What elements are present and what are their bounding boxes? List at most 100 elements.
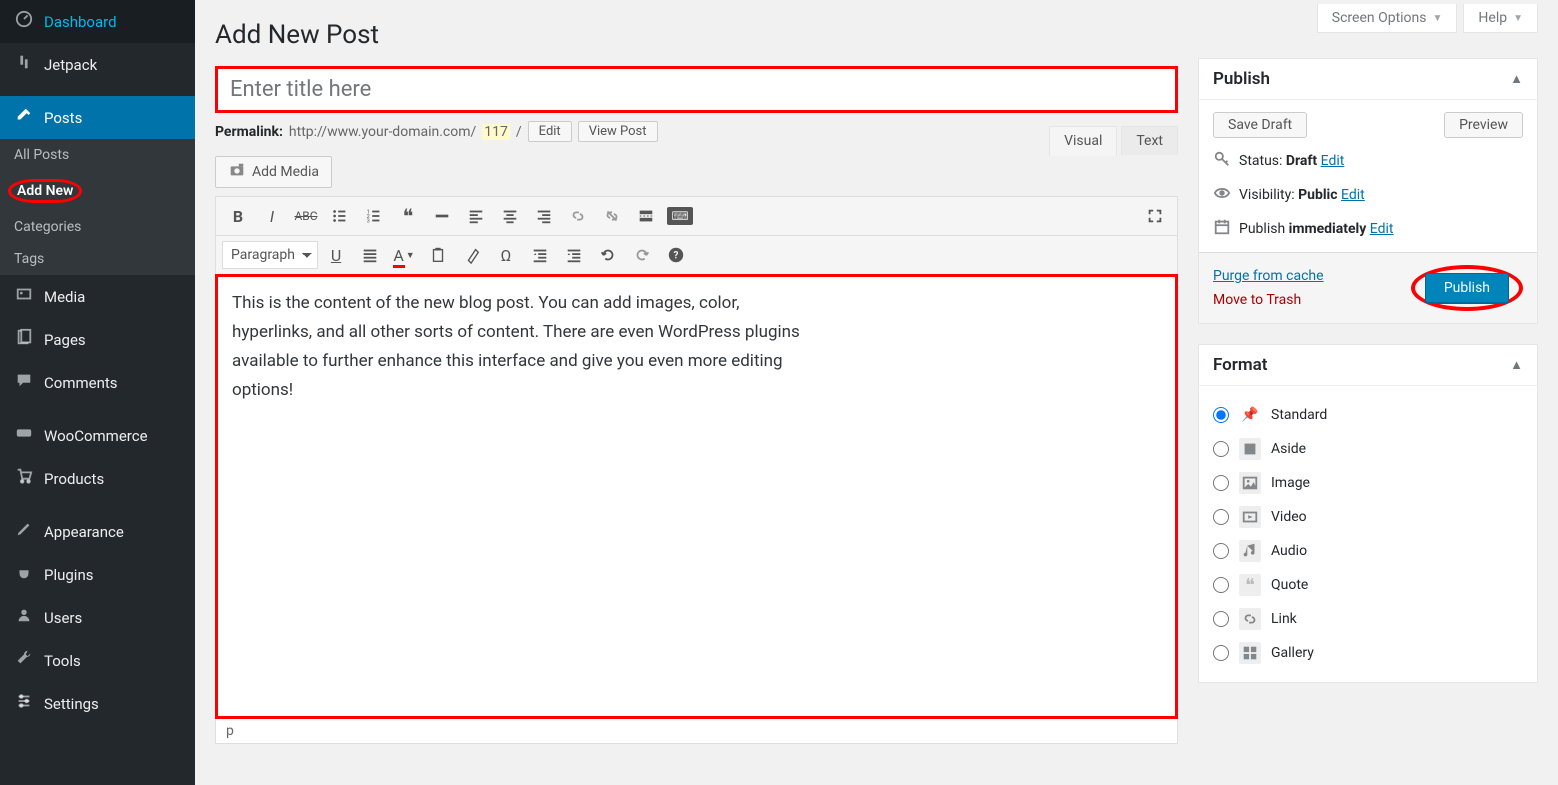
sidebar-item-appearance[interactable]: Appearance xyxy=(0,510,195,553)
format-quote[interactable]: ❝ Quote xyxy=(1213,568,1523,602)
bold-button[interactable]: B xyxy=(222,201,254,231)
sidebar-item-plugins[interactable]: Plugins xyxy=(0,553,195,596)
plugins-icon xyxy=(12,563,36,586)
justify-button[interactable] xyxy=(354,240,386,270)
sidebar-item-dashboard[interactable]: Dashboard xyxy=(0,0,195,43)
edit-schedule-link[interactable]: Edit xyxy=(1370,221,1394,237)
paste-text-button[interactable] xyxy=(422,240,454,270)
toolbar-toggle-button[interactable]: ⌨ xyxy=(664,201,696,231)
post-content-editor[interactable]: This is the content of the new blog post… xyxy=(215,274,1178,719)
calendar-icon xyxy=(1213,218,1231,240)
format-radio[interactable] xyxy=(1213,611,1229,627)
numbered-list-button[interactable]: 123 xyxy=(358,201,390,231)
bullet-list-button[interactable] xyxy=(324,201,356,231)
format-select[interactable]: Paragraph xyxy=(222,241,318,269)
format-panel: Format ▲ 📌 Standard Aside Image xyxy=(1198,344,1538,683)
sidebar-label: WooCommerce xyxy=(44,427,148,445)
sidebar-label: Products xyxy=(44,470,104,488)
hr-button[interactable] xyxy=(426,201,458,231)
format-radio[interactable] xyxy=(1213,475,1229,491)
edit-visibility-link[interactable]: Edit xyxy=(1341,187,1365,203)
move-to-trash-link[interactable]: Move to Trash xyxy=(1213,292,1324,308)
sidebar-item-media[interactable]: Media xyxy=(0,275,195,318)
blockquote-button[interactable]: ❝ xyxy=(392,201,424,231)
media-icon xyxy=(12,285,36,308)
align-left-button[interactable] xyxy=(460,201,492,231)
view-post-button[interactable]: View Post xyxy=(578,121,658,142)
appearance-icon xyxy=(12,520,36,543)
publish-button[interactable]: Publish xyxy=(1425,273,1509,303)
post-title-input[interactable] xyxy=(215,66,1178,113)
indent-button[interactable] xyxy=(558,240,590,270)
submenu-add-new[interactable]: Add New xyxy=(0,171,195,211)
underline-button[interactable]: U xyxy=(320,240,352,270)
sidebar-label: Users xyxy=(44,609,82,627)
add-media-button[interactable]: Add Media xyxy=(215,156,332,188)
strikethrough-button[interactable]: ABC xyxy=(290,201,322,231)
sidebar-item-settings[interactable]: Settings xyxy=(0,682,195,725)
format-radio[interactable] xyxy=(1213,509,1229,525)
sidebar-item-comments[interactable]: Comments xyxy=(0,361,195,404)
sidebar-item-woocommerce[interactable]: WooCommerce xyxy=(0,414,195,457)
screen-options-tab[interactable]: Screen Options▼ xyxy=(1317,4,1458,33)
unlink-button[interactable] xyxy=(596,201,628,231)
visual-tab[interactable]: Visual xyxy=(1049,126,1117,156)
submenu-tags[interactable]: Tags xyxy=(0,243,195,275)
sidebar-item-products[interactable]: Products xyxy=(0,457,195,500)
fullscreen-button[interactable] xyxy=(1139,201,1171,231)
preview-button[interactable]: Preview xyxy=(1444,112,1523,138)
help-tab[interactable]: Help▼ xyxy=(1463,4,1538,33)
format-aside[interactable]: Aside xyxy=(1213,432,1523,466)
permalink-label: Permalink: xyxy=(215,124,283,140)
clear-formatting-button[interactable] xyxy=(456,240,488,270)
text-color-button[interactable]: A ▼ xyxy=(388,240,420,270)
sidebar-item-posts[interactable]: Posts xyxy=(0,96,195,139)
edit-permalink-button[interactable]: Edit xyxy=(528,121,572,142)
edit-status-link[interactable]: Edit xyxy=(1321,153,1345,169)
format-radio[interactable] xyxy=(1213,577,1229,593)
publish-panel-header[interactable]: Publish ▲ xyxy=(1199,59,1537,100)
outdent-button[interactable] xyxy=(524,240,556,270)
format-standard[interactable]: 📌 Standard xyxy=(1213,398,1523,432)
editor-mode-tabs: Visual Text xyxy=(1049,126,1178,156)
settings-icon xyxy=(12,692,36,715)
italic-button[interactable]: I xyxy=(256,201,288,231)
link-icon xyxy=(1239,608,1261,630)
format-panel-header[interactable]: Format ▲ xyxy=(1199,345,1537,386)
help-button[interactable]: ? xyxy=(660,240,692,270)
format-radio[interactable] xyxy=(1213,645,1229,661)
purge-cache-link[interactable]: Purge from cache xyxy=(1213,268,1324,284)
format-radio[interactable] xyxy=(1213,407,1229,423)
text-tab[interactable]: Text xyxy=(1121,126,1178,155)
link-button[interactable] xyxy=(562,201,594,231)
submenu-categories[interactable]: Categories xyxy=(0,211,195,243)
redo-button[interactable] xyxy=(626,240,658,270)
save-draft-button[interactable]: Save Draft xyxy=(1213,112,1307,138)
format-image[interactable]: Image xyxy=(1213,466,1523,500)
permalink-slug[interactable]: 117 xyxy=(482,124,510,140)
format-radio[interactable] xyxy=(1213,543,1229,559)
sidebar-item-users[interactable]: Users xyxy=(0,596,195,639)
format-radio[interactable] xyxy=(1213,441,1229,457)
format-audio[interactable]: Audio xyxy=(1213,534,1523,568)
sidebar-item-pages[interactable]: Pages xyxy=(0,318,195,361)
format-link[interactable]: Link xyxy=(1213,602,1523,636)
format-video[interactable]: Video xyxy=(1213,500,1523,534)
sidebar-item-tools[interactable]: Tools xyxy=(0,639,195,682)
main-content: Screen Options▼ Help▼ Add New Post Perma… xyxy=(195,0,1558,785)
sidebar-item-jetpack[interactable]: Jetpack xyxy=(0,43,195,86)
sidebar-label: Pages xyxy=(44,331,86,349)
admin-sidebar: Dashboard Jetpack Posts All Posts Add Ne… xyxy=(0,0,195,785)
align-center-button[interactable] xyxy=(494,201,526,231)
special-character-button[interactable]: Ω xyxy=(490,240,522,270)
undo-button[interactable] xyxy=(592,240,624,270)
editor-path: p xyxy=(215,719,1178,744)
read-more-button[interactable] xyxy=(630,201,662,231)
align-right-button[interactable] xyxy=(528,201,560,231)
aside-icon xyxy=(1239,438,1261,460)
chevron-up-icon: ▲ xyxy=(1510,357,1523,373)
format-gallery[interactable]: Gallery xyxy=(1213,636,1523,670)
quote-icon: ❝ xyxy=(1239,574,1261,596)
submenu-all-posts[interactable]: All Posts xyxy=(0,139,195,171)
camera-icon xyxy=(228,161,246,183)
